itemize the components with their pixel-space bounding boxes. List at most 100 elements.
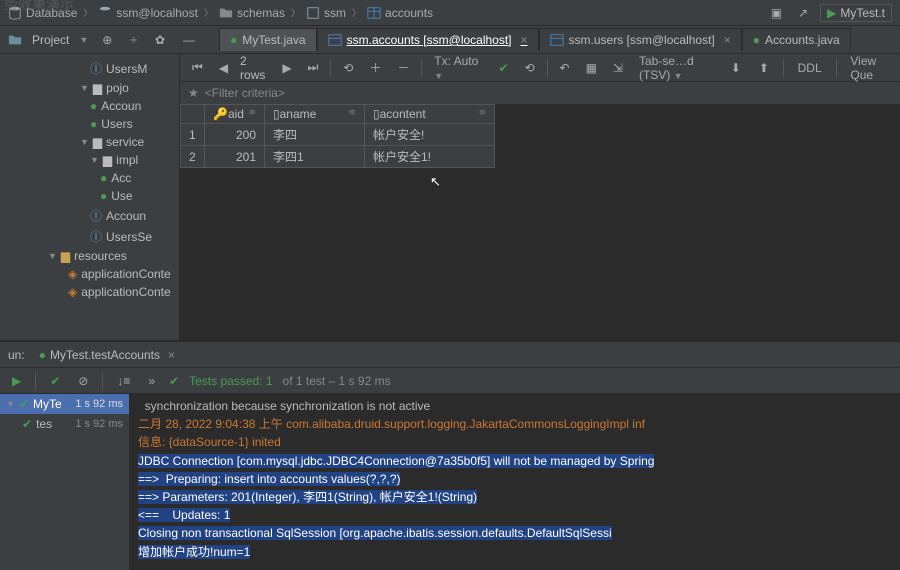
tree-folder-service[interactable]: ▼▆service	[0, 133, 179, 151]
column-header-aname[interactable]: ▯aname≑	[265, 105, 365, 124]
xml-icon: ◈	[68, 285, 77, 299]
breadcrumb-label: accounts	[385, 6, 433, 20]
cursor-icon: ↖	[430, 174, 900, 190]
column-icon: ▯	[373, 107, 380, 121]
row-count: 2 rows	[240, 54, 270, 82]
commit-icon[interactable]: ✔	[495, 59, 513, 77]
test-node-label: tes	[36, 417, 52, 431]
cell-aname[interactable]: 李四	[265, 124, 365, 146]
cell-acontent[interactable]: 帐户安全!	[365, 124, 495, 146]
tab-accounts-java[interactable]: ● Accounts.java	[742, 28, 851, 51]
select-target-icon[interactable]: ⊕	[98, 31, 116, 49]
project-icon	[8, 33, 22, 47]
view-query-button[interactable]: View Que	[846, 52, 892, 84]
chevron-down-icon: ▼	[6, 399, 15, 409]
extractor-dropdown[interactable]: Tab-se…d (TSV) ▼	[635, 52, 717, 84]
hide-icon[interactable]: —	[179, 31, 199, 49]
tab-accounts-table[interactable]: ssm.accounts [ssm@localhost] ×	[317, 28, 539, 51]
layout-icon[interactable]: ▣	[767, 4, 786, 22]
download-icon[interactable]: ⬇	[727, 59, 745, 77]
rollback-icon[interactable]: ⟲	[521, 59, 539, 77]
tree-folder-resources[interactable]: ▼▆resources	[0, 247, 179, 265]
table-row[interactable]: 2 201 李四1 帐户安全1!	[181, 146, 495, 168]
cell-acontent[interactable]: 帐户安全1!	[365, 146, 495, 168]
collapse-icon[interactable]: ÷	[126, 31, 141, 49]
editor-tabs: ● MyTest.java ssm.accounts [ssm@localhos…	[219, 28, 851, 51]
run-target[interactable]: ▶ MyTest.t	[820, 4, 892, 22]
tree-item[interactable]: ◈applicationConte	[0, 265, 179, 283]
tests-passed: Tests passed: 1	[189, 374, 272, 388]
tree-folder-pojo[interactable]: ▼▆pojo	[0, 79, 179, 97]
project-label[interactable]: Project	[32, 33, 69, 47]
column-header-aid[interactable]: 🔑aid≑	[205, 105, 265, 124]
ignore-filter-icon[interactable]: ⊘	[74, 372, 92, 390]
test-node[interactable]: ✔ tes 1 s 92 ms	[0, 414, 129, 434]
cell-aid[interactable]: 200	[205, 124, 265, 146]
class-icon: ●	[90, 117, 97, 131]
breadcrumb-item[interactable]: ssm@localhost	[98, 6, 198, 20]
breadcrumb-item[interactable]: accounts	[367, 6, 433, 20]
filter-input[interactable]: ★ <Filter criteria>	[180, 82, 900, 104]
tree-item[interactable]: ●Acc	[0, 169, 179, 187]
package-icon: ▆	[93, 81, 102, 95]
add-row-icon[interactable]: ＋	[365, 57, 385, 78]
tx-mode[interactable]: Tx: Auto ▼	[430, 52, 486, 84]
chevron-down-icon: ▼	[48, 251, 57, 261]
prev-page-icon[interactable]: ◀	[215, 59, 232, 77]
sort-icon[interactable]: ↓≡	[113, 372, 134, 390]
run-tab[interactable]: ● MyTest.testAccounts ×	[31, 345, 183, 365]
ddl-button[interactable]: DDL	[794, 59, 826, 77]
chevron-right-icon: 〉	[83, 6, 92, 19]
class-icon: ●	[100, 171, 107, 185]
last-page-icon[interactable]: ⏭	[304, 58, 323, 77]
next-page-icon[interactable]: ▶	[278, 59, 295, 77]
tab-users-table[interactable]: ssm.users [ssm@localhost] ×	[539, 28, 742, 51]
open-icon[interactable]: ↗	[794, 4, 812, 22]
play-icon: ▶	[827, 6, 836, 20]
close-icon[interactable]: ×	[168, 348, 175, 362]
chevron-down-icon: ▼	[80, 83, 89, 93]
tree-item[interactable]: ●Accoun	[0, 97, 179, 115]
breadcrumb-item[interactable]: schemas	[219, 6, 285, 20]
tab-label: Accounts.java	[765, 33, 840, 47]
rerun-icon[interactable]: ▶	[8, 372, 25, 390]
chevron-down-icon[interactable]: ▼	[79, 35, 88, 45]
upload-icon[interactable]: ⬆	[755, 59, 773, 77]
tab-label: MyTest.java	[242, 33, 305, 47]
remove-row-icon[interactable]: －	[393, 57, 413, 78]
tab-mytest[interactable]: ● MyTest.java	[219, 28, 317, 51]
test-node-label: MyTe	[33, 397, 62, 411]
close-icon[interactable]: ×	[724, 33, 731, 47]
settings-icon[interactable]: ✿	[151, 31, 169, 49]
java-icon: ●	[230, 33, 237, 47]
tree-item[interactable]: ⒾUsersSe	[0, 226, 179, 247]
expand-icon[interactable]: »	[144, 372, 159, 390]
key-icon: 🔑	[213, 107, 228, 121]
database-icon	[98, 6, 112, 20]
cell-aid[interactable]: 201	[205, 146, 265, 168]
tree-item[interactable]: ●Users	[0, 115, 179, 133]
compare-icon[interactable]: ▦	[582, 59, 601, 77]
pass-filter-icon[interactable]: ✔	[46, 372, 64, 390]
resources-icon: ▆	[61, 249, 70, 263]
tree-item[interactable]: ◈applicationConte	[0, 283, 179, 301]
tree-item[interactable]: ⒾUsersM	[0, 58, 179, 79]
tree-folder-impl[interactable]: ▼▆impl	[0, 151, 179, 169]
export-icon[interactable]: ⇲	[609, 59, 627, 77]
revert-icon[interactable]: ↶	[556, 59, 574, 77]
close-icon[interactable]: ×	[521, 33, 528, 47]
test-node[interactable]: ▼ ✔ MyTe 1 s 92 ms	[0, 394, 129, 414]
breadcrumb-item[interactable]: ssm	[306, 6, 346, 20]
package-icon: ▆	[93, 135, 102, 149]
tree-item[interactable]: ⒾAccoun	[0, 205, 179, 226]
cell-aname[interactable]: 李四1	[265, 146, 365, 168]
first-page-icon[interactable]: ⏮	[188, 58, 207, 77]
data-toolbar: ⏮ ◀ 2 rows ▶ ⏭ ⟲ ＋ － Tx: Auto ▼ ✔ ⟲ ↶ ▦ …	[180, 54, 900, 82]
reload-icon[interactable]: ⟲	[339, 59, 357, 77]
column-header-acontent[interactable]: ▯acontent≑	[365, 105, 495, 124]
pass-icon: ✔	[22, 417, 32, 431]
table-icon	[367, 6, 381, 20]
table-row[interactable]: 1 200 李四 帐户安全!	[181, 124, 495, 146]
tree-item[interactable]: ●Use	[0, 187, 179, 205]
chevron-right-icon: 〉	[291, 6, 300, 19]
